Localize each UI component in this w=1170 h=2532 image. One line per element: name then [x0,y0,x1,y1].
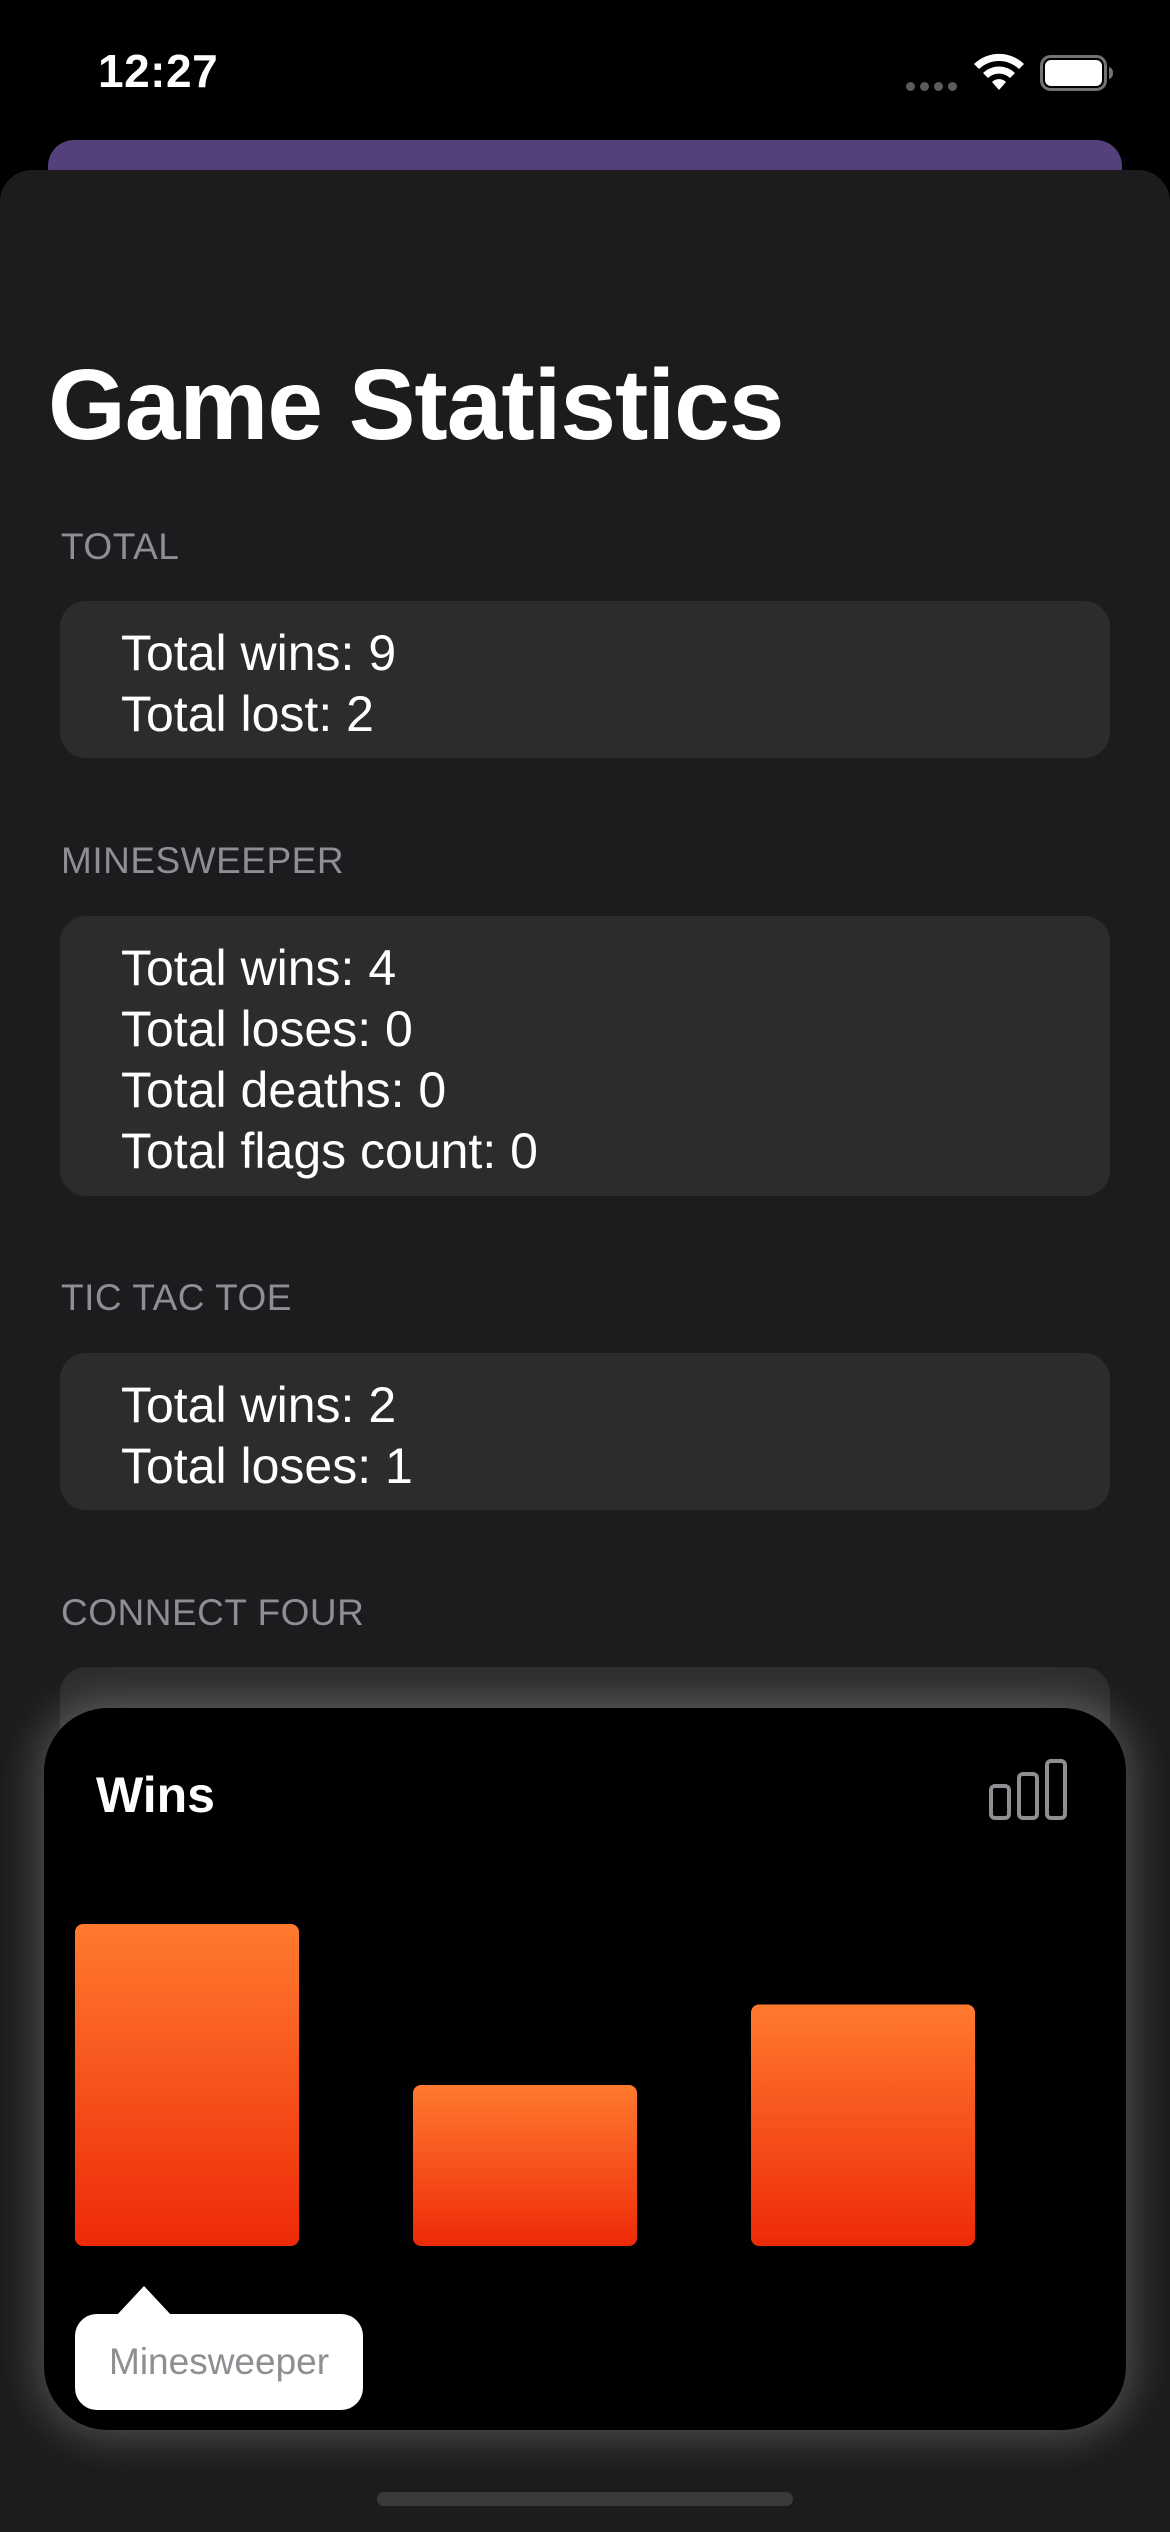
page-title: Game Statistics [48,349,784,461]
tic-tac-toe-loses-text: Total loses: 1 [121,1438,413,1494]
home-indicator[interactable] [377,2492,793,2506]
total-lost-text: Total lost: 2 [121,686,374,742]
section-header-connect-four: CONNECT FOUR [61,1592,365,1633]
minesweeper-flags-text: Total flags count: 0 [121,1123,538,1179]
minesweeper-wins-text: Total wins: 4 [121,940,397,996]
minesweeper-loses-text: Total loses: 0 [121,1001,413,1057]
card-tic-tac-toe: Total wins: 2 Total loses: 1 [60,1353,1110,1510]
card-minesweeper: Total wins: 4 Total loses: 0 Total death… [60,916,1110,1196]
status-time: 12:27 [98,45,219,97]
battery-full-icon [1040,55,1113,91]
card-total: Total wins: 9 Total lost: 2 [60,601,1110,758]
selected-bar-tooltip: Minesweeper [75,2314,364,2410]
total-wins-text: Total wins: 9 [121,625,397,681]
section-header-minesweeper: MINESWEEPER [61,840,345,881]
status-bar: 12:27 [0,0,1170,150]
wifi-icon [974,53,1024,90]
bar-minesweeper[interactable] [75,1924,299,2246]
cellular-signal-dots-icon [906,82,960,92]
minesweeper-deaths-text: Total deaths: 0 [121,1062,447,1118]
bar-connect-four[interactable] [751,2004,975,2247]
section-header-total: TOTAL [61,526,180,567]
section-header-tic-tac-toe: TIC TAC TOE [61,1277,292,1318]
tic-tac-toe-wins-text: Total wins: 2 [121,1377,397,1433]
bar-tic-tac-toe[interactable] [413,2085,637,2246]
wins-chart-widget[interactable]: Wins Minesweeper [44,1708,1126,2430]
tooltip-arrow [116,2286,172,2316]
